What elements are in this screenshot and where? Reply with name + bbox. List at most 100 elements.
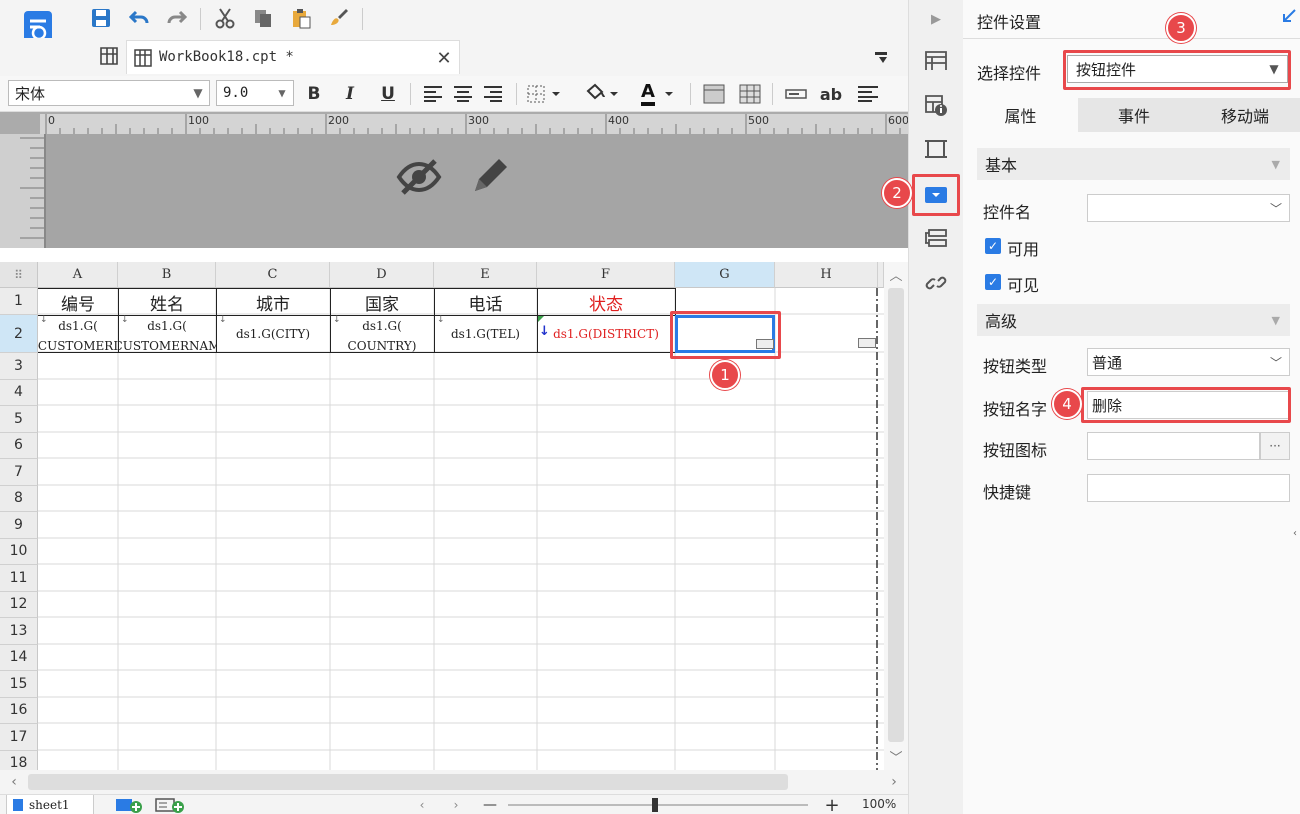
align-right-icon[interactable] [480, 81, 506, 107]
zoom-slider[interactable] [508, 798, 808, 812]
button-type-select[interactable]: 普通 ﹀ [1087, 348, 1290, 376]
cell-attributes-icon[interactable] [921, 46, 951, 76]
horizontal-scroll-thumb[interactable] [28, 774, 788, 790]
basic-section-header[interactable]: 基本 ▼ [977, 148, 1290, 180]
row-header-1[interactable]: 1 [0, 288, 38, 315]
row-header-16[interactable]: 16 [0, 697, 38, 724]
tab-properties[interactable]: 属性 [963, 98, 1078, 132]
cell-b1[interactable]: 姓名 [118, 288, 217, 316]
expand-icon[interactable] [870, 46, 892, 68]
row-header-9[interactable]: 9 [0, 512, 38, 539]
close-tab-icon[interactable]: ✕ [433, 47, 455, 69]
scroll-thumb[interactable] [888, 288, 904, 742]
text-style-button[interactable]: ab [816, 81, 846, 107]
new-sheet-icon[interactable] [96, 43, 122, 69]
row-header-4[interactable]: 4 [0, 379, 38, 406]
row-header-6[interactable]: 6 [0, 432, 38, 459]
cell-c1[interactable]: 城市 [216, 288, 331, 316]
visible-checkbox[interactable]: ✓ [985, 274, 1001, 290]
select-all-corner[interactable]: ⠿ [0, 262, 38, 288]
tab-mobile[interactable]: 移动端 [1190, 98, 1300, 132]
hyperlink-icon[interactable] [921, 268, 951, 298]
row-header-3[interactable]: 3 [0, 353, 38, 380]
scroll-down-icon[interactable]: ﹀ [886, 746, 906, 766]
merge-cells-icon[interactable] [700, 81, 728, 107]
condition-attributes-icon[interactable] [921, 224, 951, 254]
zoom-out-button[interactable]: — [480, 795, 500, 814]
cell-a2[interactable]: ds1.G(CUSTOMERI [37, 315, 119, 353]
fill-color-icon[interactable] [582, 81, 622, 107]
cell-a1[interactable]: 编号 [37, 288, 119, 316]
row-header-15[interactable]: 15 [0, 671, 38, 698]
enabled-checkbox[interactable]: ✓ [985, 238, 1001, 254]
row-header-10[interactable]: 10 [0, 538, 38, 565]
paste-icon[interactable] [288, 5, 314, 31]
row-header-11[interactable]: 11 [0, 565, 38, 592]
sheet-tab[interactable]: sheet1 [6, 795, 94, 814]
italic-button[interactable]: I [338, 81, 362, 107]
border-icon[interactable] [524, 81, 564, 107]
edit-pencil-icon[interactable] [464, 152, 514, 202]
vertical-scrollbar-track[interactable]: ︿ ﹀ [884, 262, 908, 770]
add-sheet-icon[interactable] [114, 796, 144, 814]
row-header-2[interactable]: 2 [0, 315, 38, 353]
redo-icon[interactable] [164, 5, 190, 31]
float-element-icon[interactable] [921, 134, 951, 164]
hide-eye-icon[interactable] [394, 152, 444, 202]
row-header-12[interactable]: 12 [0, 591, 38, 618]
cell-d2[interactable]: ds1.G(COUNTRY) [330, 315, 435, 353]
advanced-section-header[interactable]: 高级 ▼ [977, 304, 1290, 336]
cell-e1[interactable]: 电话 [434, 288, 538, 316]
annotation-badge-3: 3 [1166, 13, 1196, 43]
copy-icon[interactable] [250, 5, 276, 31]
cut-icon[interactable] [212, 5, 238, 31]
collapse-panel-icon[interactable] [1279, 6, 1299, 26]
align-center-icon[interactable] [450, 81, 476, 107]
cell-d1[interactable]: 国家 [330, 288, 435, 316]
horizontal-scrollbar[interactable]: ‹ › [0, 770, 908, 794]
widget-name-field[interactable]: ﹀ [1087, 194, 1290, 222]
split-cells-icon[interactable] [736, 81, 764, 107]
prev-sheet-icon[interactable]: ‹ [414, 796, 430, 814]
row-header-14[interactable]: 14 [0, 644, 38, 671]
panel-divider [963, 38, 1300, 39]
button-icon-field[interactable] [1087, 432, 1260, 460]
align-left-icon[interactable] [420, 81, 446, 107]
row-header-13[interactable]: 13 [0, 618, 38, 645]
cell-info-icon[interactable] [921, 90, 951, 120]
underline-button[interactable]: U [376, 81, 400, 107]
undo-icon[interactable] [126, 5, 152, 31]
zoom-slider-thumb[interactable] [652, 798, 658, 812]
font-color-icon[interactable]: A [636, 80, 680, 108]
document-tab[interactable]: WorkBook18.cpt * ✕ [126, 40, 460, 74]
cell-f2[interactable]: ds1.G(DISTRICT) [537, 315, 676, 353]
next-sheet-icon[interactable]: › [448, 796, 464, 814]
font-size-select[interactable]: 9.0 ▼ [216, 80, 294, 106]
scroll-right-icon[interactable]: › [884, 772, 904, 792]
save-icon[interactable] [88, 5, 114, 31]
row-header-17[interactable]: 17 [0, 724, 38, 751]
cell-c2[interactable]: ds1.G(CITY) [216, 315, 331, 353]
shortcut-field[interactable] [1087, 474, 1290, 502]
row-header-5[interactable]: 5 [0, 406, 38, 433]
page-header-area[interactable] [0, 134, 908, 248]
cell-e2[interactable]: ds1.G(TEL) [434, 315, 538, 353]
row-header-7[interactable]: 7 [0, 459, 38, 486]
text-align-menu-icon[interactable] [854, 81, 882, 107]
row-header-18[interactable]: 18 [0, 750, 38, 770]
font-family-select[interactable]: 宋体 ▼ [8, 80, 210, 106]
scroll-left-icon[interactable]: ‹ [4, 772, 24, 792]
add-form-sheet-icon[interactable] [154, 796, 186, 814]
horizontal-ruler: 0 100 200 300 400 500 600 [40, 114, 909, 134]
scroll-up-icon[interactable]: ︿ [886, 264, 906, 284]
widget-field-icon[interactable] [782, 81, 810, 107]
cell-f1[interactable]: 状态 [537, 288, 676, 316]
row-header-8[interactable]: 8 [0, 485, 38, 512]
format-painter-icon[interactable] [326, 5, 352, 31]
tab-events[interactable]: 事件 [1078, 98, 1190, 132]
zoom-in-button[interactable]: + [822, 795, 842, 814]
collapse-arrow-icon[interactable]: ▶ [921, 4, 951, 34]
bold-button[interactable]: B [302, 81, 326, 107]
cell-b2[interactable]: ds1.G(CUSTOMERNAM [118, 315, 217, 353]
button-icon-browse[interactable]: ··· [1260, 432, 1290, 460]
